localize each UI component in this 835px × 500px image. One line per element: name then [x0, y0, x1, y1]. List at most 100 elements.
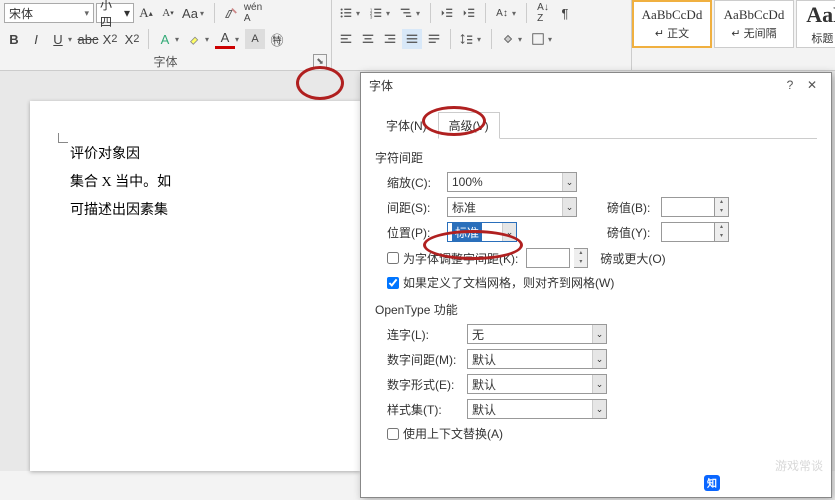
page[interactable]: 评价对象因 集合 X 当中。如 可描述出因素集	[30, 101, 360, 471]
chevron-down-icon: ⌄	[562, 198, 576, 216]
dropdown-icon[interactable]: ▾	[356, 9, 364, 18]
font-size-select[interactable]: 小四▾	[96, 3, 134, 23]
bold-icon[interactable]: B	[4, 29, 24, 49]
watermark-tag: 游戏常谈	[775, 457, 823, 474]
dropdown-icon[interactable]: ▾	[200, 9, 208, 18]
dropdown-icon[interactable]: ▾	[175, 35, 183, 44]
style-normal[interactable]: AaBbCcDd↵ 正文	[632, 0, 712, 48]
strikethrough-icon[interactable]: abc	[78, 29, 98, 49]
text-line: 评价对象因	[70, 141, 340, 169]
kern-unit-label: 磅或更大(O)	[600, 250, 665, 267]
position-label: 位置(P):	[387, 224, 447, 241]
svg-text:3: 3	[370, 14, 373, 19]
align-justify-icon[interactable]	[402, 29, 422, 49]
grow-font-icon[interactable]: A▴	[136, 3, 156, 23]
char-shading-icon[interactable]: A	[245, 29, 265, 49]
superscript-icon[interactable]: X2	[122, 29, 142, 49]
pt-y-input[interactable]	[661, 222, 715, 242]
kerning-checkbox[interactable]	[387, 252, 399, 264]
context-alt-label: 使用上下文替换(A)	[403, 425, 503, 442]
subscript-icon[interactable]: X2	[100, 29, 120, 49]
increase-indent-icon[interactable]	[459, 3, 479, 23]
dropdown-icon[interactable]: ▾	[205, 35, 213, 44]
styleset-combo[interactable]: 默认⌄	[467, 399, 607, 419]
spinner-icon[interactable]: ▴▾	[715, 197, 729, 217]
font-color-icon[interactable]: A	[215, 29, 235, 49]
sort-icon[interactable]: A↓Z	[533, 3, 553, 23]
align-right-icon[interactable]	[380, 29, 400, 49]
highlight-icon[interactable]	[185, 29, 205, 49]
chevron-down-icon: ⌄	[592, 350, 606, 368]
context-alt-checkbox[interactable]	[387, 428, 399, 440]
kern-input[interactable]	[526, 248, 570, 268]
underline-icon[interactable]: U	[48, 29, 68, 49]
tab-advanced[interactable]: 高级(V)	[438, 112, 500, 139]
ligature-label: 连字(L):	[387, 326, 467, 343]
font-group-label: 字体 ⬊	[0, 52, 331, 70]
bullet-list-icon[interactable]	[336, 3, 356, 23]
dropdown-icon[interactable]: ▾	[548, 35, 556, 44]
dropdown-icon[interactable]: ▾	[518, 35, 526, 44]
numspace-combo[interactable]: 默认⌄	[467, 349, 607, 369]
dialog-titlebar: 字体 ? ✕	[361, 73, 831, 97]
clear-format-icon[interactable]	[221, 3, 241, 23]
line-spacing-icon[interactable]	[457, 29, 477, 49]
tab-font[interactable]: 字体(N)	[375, 112, 438, 139]
shading-icon[interactable]	[498, 29, 518, 49]
dialog-launcher-icon[interactable]: ⬊	[313, 54, 327, 68]
enclose-char-icon[interactable]: ㊕	[267, 29, 287, 49]
change-case-icon[interactable]: Aa	[180, 3, 200, 23]
scale-label: 缩放(C):	[387, 174, 447, 191]
multilevel-list-icon[interactable]	[396, 3, 416, 23]
text-effects-icon[interactable]: A	[155, 29, 175, 49]
pt-b-input[interactable]	[661, 197, 715, 217]
help-icon[interactable]: ?	[779, 78, 801, 92]
numspace-label: 数字间距(M):	[387, 351, 467, 368]
dropdown-icon[interactable]: ▾	[68, 35, 76, 44]
ligature-combo[interactable]: 无⌄	[467, 324, 607, 344]
numform-combo[interactable]: 默认⌄	[467, 374, 607, 394]
spacing-combo[interactable]: 标准⌄	[447, 197, 577, 217]
show-marks-icon[interactable]: ¶	[555, 3, 575, 23]
chevron-down-icon: ▾	[124, 6, 130, 20]
align-left-icon[interactable]	[336, 29, 356, 49]
styles-gallery: AaBbCcDd↵ 正文 AaBbCcDd↵ 无间隔 AaB标题 1	[632, 0, 835, 70]
align-center-icon[interactable]	[358, 29, 378, 49]
style-heading1[interactable]: AaB标题 1	[796, 0, 835, 48]
scale-combo[interactable]: 100%⌄	[447, 172, 577, 192]
watermark: 知 知乎 @半熟狗子	[704, 473, 823, 492]
chevron-down-icon: ⌄	[592, 325, 606, 343]
dropdown-icon[interactable]: ▾	[386, 9, 394, 18]
font-size-value: 小四	[100, 0, 124, 30]
font-name-value: 宋体	[9, 5, 33, 22]
italic-icon[interactable]: I	[26, 29, 46, 49]
number-list-icon[interactable]: 123	[366, 3, 386, 23]
chevron-down-icon: ⌄	[502, 223, 516, 241]
spinner-icon[interactable]: ▴▾	[715, 222, 729, 242]
dropdown-icon[interactable]: ▾	[235, 35, 243, 44]
close-icon[interactable]: ✕	[801, 78, 823, 92]
dropdown-icon[interactable]: ▾	[512, 9, 520, 18]
pt-b-label: 磅值(B):	[607, 199, 661, 216]
pt-y-label: 磅值(Y):	[607, 224, 661, 241]
font-name-select[interactable]: 宋体▾	[4, 3, 94, 23]
style-no-spacing[interactable]: AaBbCcDd↵ 无间隔	[714, 0, 794, 48]
decrease-indent-icon[interactable]	[437, 3, 457, 23]
chevron-down-icon: ⌄	[592, 400, 606, 418]
styleset-label: 样式集(T):	[387, 401, 467, 418]
spinner-icon[interactable]: ▴▾	[574, 248, 588, 268]
ribbon: 宋体▾ 小四▾ A▴ A▾ Aa▾ wénA B I U▾ abc X2 X2 …	[0, 0, 835, 71]
section-char-spacing: 字符间距	[375, 149, 817, 166]
dropdown-icon[interactable]: ▾	[416, 9, 424, 18]
phonetic-guide-icon[interactable]: wénA	[243, 3, 263, 23]
text-line: 可描述出因素集	[70, 197, 340, 225]
numform-label: 数字形式(E):	[387, 376, 467, 393]
shrink-font-icon[interactable]: A▾	[158, 3, 178, 23]
position-combo[interactable]: 标准⌄	[447, 222, 517, 242]
dropdown-icon[interactable]: ▾	[477, 35, 485, 44]
dialog-tabs: 字体(N) 高级(V)	[375, 111, 817, 139]
align-distribute-icon[interactable]	[424, 29, 444, 49]
text-direction-icon[interactable]: A↕	[492, 3, 512, 23]
borders-icon[interactable]	[528, 29, 548, 49]
snap-grid-checkbox[interactable]	[387, 277, 399, 289]
